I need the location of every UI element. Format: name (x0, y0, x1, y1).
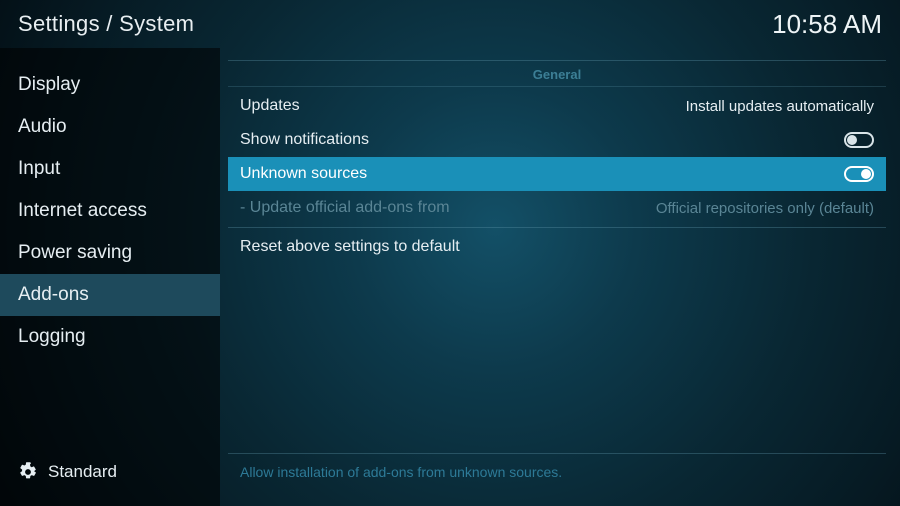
section-header-general: General (228, 60, 886, 87)
breadcrumb: Settings / System (18, 11, 194, 37)
sidebar-item-power-saving[interactable]: Power saving (0, 232, 220, 274)
sidebar-item-audio[interactable]: Audio (0, 106, 220, 148)
sidebar-item-logging[interactable]: Logging (0, 316, 220, 358)
gear-icon (18, 462, 38, 482)
settings-level-label: Standard (48, 462, 117, 482)
sidebar-item-add-ons[interactable]: Add-ons (0, 274, 220, 316)
row-updates-label: Updates (240, 97, 300, 115)
sidebar-item-internet-access[interactable]: Internet access (0, 190, 220, 232)
content-spacer (228, 264, 886, 453)
row-reset-defaults-label: Reset above settings to default (240, 238, 460, 256)
row-show-notifications[interactable]: Show notifications (228, 123, 886, 157)
row-reset-defaults[interactable]: Reset above settings to default (228, 230, 886, 264)
sidebar: Display Audio Input Internet access Powe… (0, 48, 220, 506)
row-unknown-sources[interactable]: Unknown sources (228, 157, 886, 191)
row-unknown-sources-label: Unknown sources (240, 165, 367, 183)
header-bar: Settings / System 10:58 AM (0, 0, 900, 48)
content-panel: General Updates Install updates automati… (220, 48, 900, 506)
sidebar-item-input[interactable]: Input (0, 148, 220, 190)
separator (228, 227, 886, 228)
row-update-official-addons-label: - Update official add-ons from (240, 199, 450, 217)
sidebar-item-display[interactable]: Display (0, 64, 220, 106)
clock: 10:58 AM (772, 9, 882, 40)
toggle-unknown-sources[interactable] (844, 166, 874, 182)
sidebar-list: Display Audio Input Internet access Powe… (0, 48, 220, 448)
row-updates-value: Install updates automatically (686, 98, 874, 115)
row-show-notifications-label: Show notifications (240, 131, 369, 149)
settings-level-button[interactable]: Standard (0, 448, 220, 506)
toggle-show-notifications[interactable] (844, 132, 874, 148)
row-updates[interactable]: Updates Install updates automatically (228, 89, 886, 123)
row-update-official-addons: - Update official add-ons from Official … (228, 191, 886, 225)
help-text: Allow installation of add-ons from unkno… (228, 453, 886, 494)
row-update-official-addons-value: Official repositories only (default) (656, 200, 874, 217)
